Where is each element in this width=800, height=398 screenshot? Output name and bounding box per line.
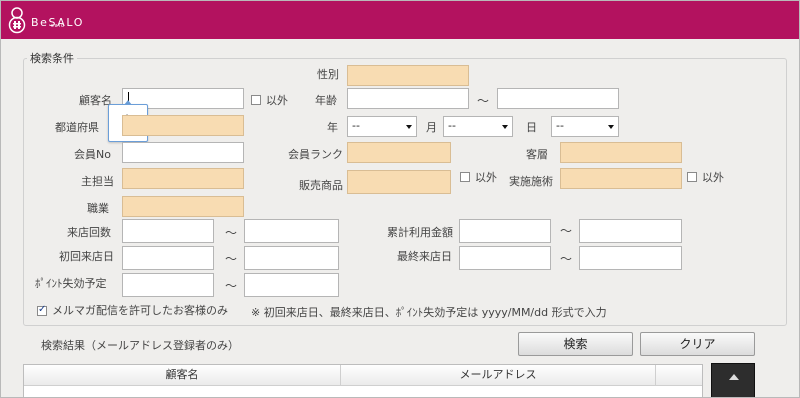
treatment-label: 実施施術 xyxy=(509,175,553,188)
results-grid-header: 顧客名 メールアドレス xyxy=(24,365,702,386)
occupation-field[interactable] xyxy=(122,196,244,217)
point-expiry-tilde: ～ xyxy=(225,279,238,293)
point-expiry-to-input[interactable] xyxy=(244,273,339,297)
first-visit-to-input[interactable] xyxy=(244,246,339,270)
scroll-up-button[interactable] xyxy=(711,363,755,397)
day-select-value: -- xyxy=(556,119,564,132)
member-no-label: 会員No xyxy=(74,148,111,161)
sales-product-exclude-checkbox[interactable] xyxy=(460,172,470,182)
member-rank-field[interactable] xyxy=(347,142,451,163)
total-spend-label: 累計利用金額 xyxy=(387,226,453,239)
age-from-input[interactable] xyxy=(347,88,469,109)
first-visit-label: 初回来店日 xyxy=(59,250,114,263)
month-label: 月 xyxy=(426,121,437,134)
mail-opt-in-checkbox[interactable] xyxy=(37,304,47,316)
point-expiry-from-input[interactable] xyxy=(122,273,214,297)
visit-count-label: 来店回数 xyxy=(67,226,111,239)
last-visit-from-input[interactable] xyxy=(459,246,551,270)
logo-subtext: salo xyxy=(51,23,66,29)
visit-count-to-input[interactable] xyxy=(244,219,339,243)
column-divider xyxy=(655,365,656,385)
customer-tier-field[interactable] xyxy=(560,142,682,163)
last-visit-label: 最終来店日 xyxy=(397,250,452,263)
first-visit-tilde: ～ xyxy=(225,252,238,266)
mail-opt-in-label[interactable]: メルマガ配信を許可したお客様のみ xyxy=(52,304,228,317)
age-range-tilde: ～ xyxy=(477,94,490,108)
gender-label: 性別 xyxy=(317,68,339,81)
age-to-input[interactable] xyxy=(497,88,619,109)
results-grid: 顧客名 メールアドレス xyxy=(23,364,703,397)
app-header: BeSALO salo xyxy=(1,1,799,39)
prefecture-label: 都道府県 xyxy=(55,121,99,134)
day-label: 日 xyxy=(526,121,537,134)
occupation-label: 職業 xyxy=(87,202,109,215)
member-rank-label: 会員ランク xyxy=(288,148,343,161)
date-format-note: ※ 初回来店日、最終来店日、ﾎﾟｲﾝﾄ失効予定は yyyy/MM/dd 形式で入… xyxy=(251,306,607,319)
total-spend-tilde: ～ xyxy=(560,224,573,238)
search-button[interactable]: 検索 xyxy=(518,332,633,356)
clear-button[interactable]: クリア xyxy=(640,332,755,356)
sales-product-exclude-label: 以外 xyxy=(475,171,497,184)
customer-name-exclude-label: 以外 xyxy=(266,94,288,107)
chevron-down-icon xyxy=(608,125,614,129)
visit-count-tilde: ～ xyxy=(225,226,238,240)
customer-tier-label: 客層 xyxy=(526,148,548,161)
window: BeSALO salo 検索条件 性別 顧客名 以外 年齢 ～ あ 都道府県 年… xyxy=(0,0,800,398)
main-staff-field[interactable] xyxy=(122,168,244,189)
last-visit-to-input[interactable] xyxy=(579,246,682,270)
results-title: 検索結果（メールアドレス登録者のみ） xyxy=(41,339,239,352)
logo-mark-icon xyxy=(8,7,26,34)
main-content: 検索条件 性別 顧客名 以外 年齢 ～ あ 都道府県 年 -- 月 -- 日 -… xyxy=(5,40,795,397)
treatment-exclude-label: 以外 xyxy=(702,171,724,184)
visit-count-from-input[interactable] xyxy=(122,219,214,243)
customer-name-exclude-checkbox[interactable] xyxy=(251,95,261,105)
member-no-input[interactable] xyxy=(122,142,244,163)
total-spend-from-input[interactable] xyxy=(459,219,551,243)
month-select-value: -- xyxy=(448,119,456,132)
year-select-value: -- xyxy=(352,119,360,132)
sales-product-field[interactable] xyxy=(347,170,451,194)
treatment-field[interactable] xyxy=(560,168,682,189)
main-staff-label: 主担当 xyxy=(81,175,114,188)
year-select[interactable]: -- xyxy=(347,116,417,137)
sales-product-label: 販売商品 xyxy=(299,179,343,192)
treatment-exclude-checkbox[interactable] xyxy=(687,172,697,182)
prefecture-field[interactable] xyxy=(122,115,244,136)
day-select[interactable]: -- xyxy=(551,116,619,137)
total-spend-to-input[interactable] xyxy=(579,219,682,243)
column-header-email[interactable]: メールアドレス xyxy=(341,365,655,385)
point-expiry-label: ﾎﾟｲﾝﾄ失効予定 xyxy=(35,277,107,290)
last-visit-tilde: ～ xyxy=(560,252,573,266)
chevron-down-icon xyxy=(406,125,412,129)
month-select[interactable]: -- xyxy=(443,116,513,137)
chevron-down-icon xyxy=(502,125,508,129)
gender-field[interactable] xyxy=(347,65,469,86)
first-visit-from-input[interactable] xyxy=(122,246,214,270)
logo: BeSALO xyxy=(5,6,84,34)
age-label: 年齢 xyxy=(315,94,337,107)
search-conditions-legend: 検索条件 xyxy=(27,50,77,66)
year-label: 年 xyxy=(327,121,338,134)
column-header-customer-name[interactable]: 顧客名 xyxy=(24,365,340,385)
